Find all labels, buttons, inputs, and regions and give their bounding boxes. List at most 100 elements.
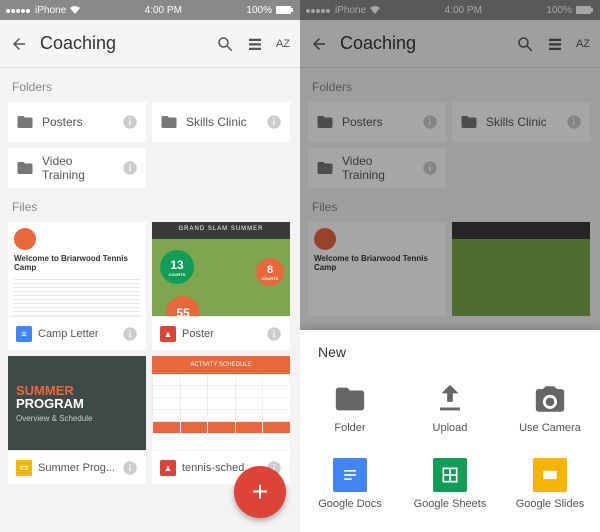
folders-label: Folders xyxy=(300,68,600,102)
sheet-item-slides[interactable]: Google Slides xyxy=(500,446,600,522)
battery-icon xyxy=(276,6,294,14)
sheet-item-label: Folder xyxy=(334,422,365,434)
back-icon[interactable] xyxy=(10,35,28,53)
battery-icon xyxy=(576,6,594,14)
folder-icon xyxy=(460,113,478,131)
sort-az-icon[interactable]: AZ xyxy=(276,38,290,50)
file-item[interactable]: SUMMER PROGRAM Overview & Schedule ▭ Sum… xyxy=(8,356,146,484)
thumb-text: SUMMER xyxy=(16,384,138,397)
wifi-icon xyxy=(370,6,380,14)
folder-icon xyxy=(16,159,34,177)
folder-item[interactable]: Video Training xyxy=(8,148,146,188)
file-item[interactable] xyxy=(452,222,590,316)
folders-label: Folders xyxy=(0,68,300,102)
files-label: Files xyxy=(300,188,600,222)
plus-icon: + xyxy=(252,476,268,508)
info-icon[interactable] xyxy=(122,326,138,342)
sheet-item-docs[interactable]: Google Docs xyxy=(300,446,400,522)
info-icon[interactable] xyxy=(122,160,138,176)
battery-label: 100% xyxy=(546,5,572,16)
folder-item[interactable]: Video Training xyxy=(308,148,446,188)
info-icon[interactable] xyxy=(122,460,138,476)
carrier-label: iPhone xyxy=(335,5,366,16)
file-thumbnail: Welcome to Briarwood Tennis Camp xyxy=(8,222,146,316)
file-item[interactable]: ACTIVITY SCHEDULE ▲ tennis-sched... xyxy=(152,356,290,484)
status-bar: iPhone 4:00 PM 100% xyxy=(0,0,300,20)
app-header: Coaching AZ xyxy=(0,20,300,68)
sheet-item-sheets[interactable]: Google Sheets xyxy=(400,446,500,522)
sheet-item-label: Use Camera xyxy=(519,422,581,434)
file-thumbnail: ACTIVITY SCHEDULE xyxy=(152,356,290,450)
clock: 4:00 PM xyxy=(145,5,182,16)
folder-grid: Posters Skills Clinic Video Training xyxy=(300,102,600,188)
folder-name: Posters xyxy=(342,115,383,129)
google-slides-icon xyxy=(533,458,567,492)
fab-new-button[interactable]: + xyxy=(234,466,286,518)
view-list-icon[interactable] xyxy=(246,35,264,53)
info-icon[interactable] xyxy=(422,114,438,130)
status-bar: iPhone 4:00 PM 100% xyxy=(300,0,600,20)
battery-label: 100% xyxy=(246,5,272,16)
file-thumbnail: Welcome to Briarwood Tennis Camp xyxy=(308,222,446,316)
info-icon[interactable] xyxy=(122,114,138,130)
file-item[interactable]: GRAND SLAM SUMMER 13COURTS 8COURTS 55 ▲ … xyxy=(152,222,290,350)
files-label: Files xyxy=(0,188,300,222)
file-grid: Welcome to Briarwood Tennis Camp ≡ Camp … xyxy=(0,222,300,484)
folder-item[interactable]: Skills Clinic xyxy=(152,102,290,142)
file-item[interactable]: Welcome to Briarwood Tennis Camp ≡ Camp … xyxy=(8,222,146,350)
camera-icon xyxy=(533,382,567,416)
file-name: Poster xyxy=(182,328,260,340)
info-icon[interactable] xyxy=(566,114,582,130)
view-list-icon[interactable] xyxy=(546,35,564,53)
file-grid: Welcome to Briarwood Tennis Camp xyxy=(300,222,600,316)
file-name: Camp Letter xyxy=(38,328,116,340)
google-docs-icon xyxy=(333,458,367,492)
info-icon[interactable] xyxy=(422,160,438,176)
folder-icon xyxy=(316,113,334,131)
signal-icon xyxy=(6,5,31,16)
folder-item[interactable]: Posters xyxy=(8,102,146,142)
info-icon[interactable] xyxy=(266,114,282,130)
folder-icon xyxy=(316,159,334,177)
clock: 4:00 PM xyxy=(445,5,482,16)
filetype-pdf-icon: ▲ xyxy=(160,326,176,342)
sheet-item-label: Google Slides xyxy=(516,498,585,510)
sheet-item-camera[interactable]: Use Camera xyxy=(500,370,600,446)
folder-item[interactable]: Posters xyxy=(308,102,446,142)
thumb-text: COURTS xyxy=(169,272,186,277)
sheet-item-folder[interactable]: Folder xyxy=(300,370,400,446)
search-icon[interactable] xyxy=(516,35,534,53)
folder-item[interactable]: Skills Clinic xyxy=(452,102,590,142)
sheet-item-upload[interactable]: Upload xyxy=(400,370,500,446)
sheet-item-label: Upload xyxy=(433,422,468,434)
file-item[interactable]: Welcome to Briarwood Tennis Camp xyxy=(308,222,446,316)
folder-name: Video Training xyxy=(42,154,114,182)
thumb-text: GRAND SLAM SUMMER xyxy=(156,226,286,232)
folder-name: Posters xyxy=(42,115,83,129)
carrier-label: iPhone xyxy=(35,5,66,16)
thumb-text: Welcome to Briarwood Tennis Camp xyxy=(14,254,140,272)
sort-az-icon[interactable]: AZ xyxy=(576,38,590,50)
thumb-text: PROGRAM xyxy=(16,397,138,410)
thumb-text: Overview & Schedule xyxy=(16,414,138,423)
folder-grid: Posters Skills Clinic Video Training xyxy=(0,102,300,188)
filetype-slides-icon: ▭ xyxy=(16,460,32,476)
thumb-text: Welcome to Briarwood Tennis Camp xyxy=(314,254,440,272)
thumb-text: COURTS xyxy=(262,276,279,281)
folder-icon xyxy=(16,113,34,131)
wifi-icon xyxy=(70,6,80,14)
sheet-title: New xyxy=(300,344,600,370)
signal-icon xyxy=(306,5,331,16)
page-title: Coaching xyxy=(40,33,204,54)
screen-right: iPhone 4:00 PM 100% Coaching AZ Folders … xyxy=(300,0,600,532)
info-icon[interactable] xyxy=(266,326,282,342)
google-sheets-icon xyxy=(433,458,467,492)
sheet-item-label: Google Sheets xyxy=(414,498,487,510)
back-icon[interactable] xyxy=(310,35,328,53)
file-name: Summer Prog... xyxy=(38,462,116,474)
sheet-item-label: Google Docs xyxy=(318,498,382,510)
new-bottom-sheet: New Folder Upload Use Camera Google Docs xyxy=(300,330,600,532)
thumb-text: 8 xyxy=(267,264,273,276)
upload-icon xyxy=(433,382,467,416)
search-icon[interactable] xyxy=(216,35,234,53)
